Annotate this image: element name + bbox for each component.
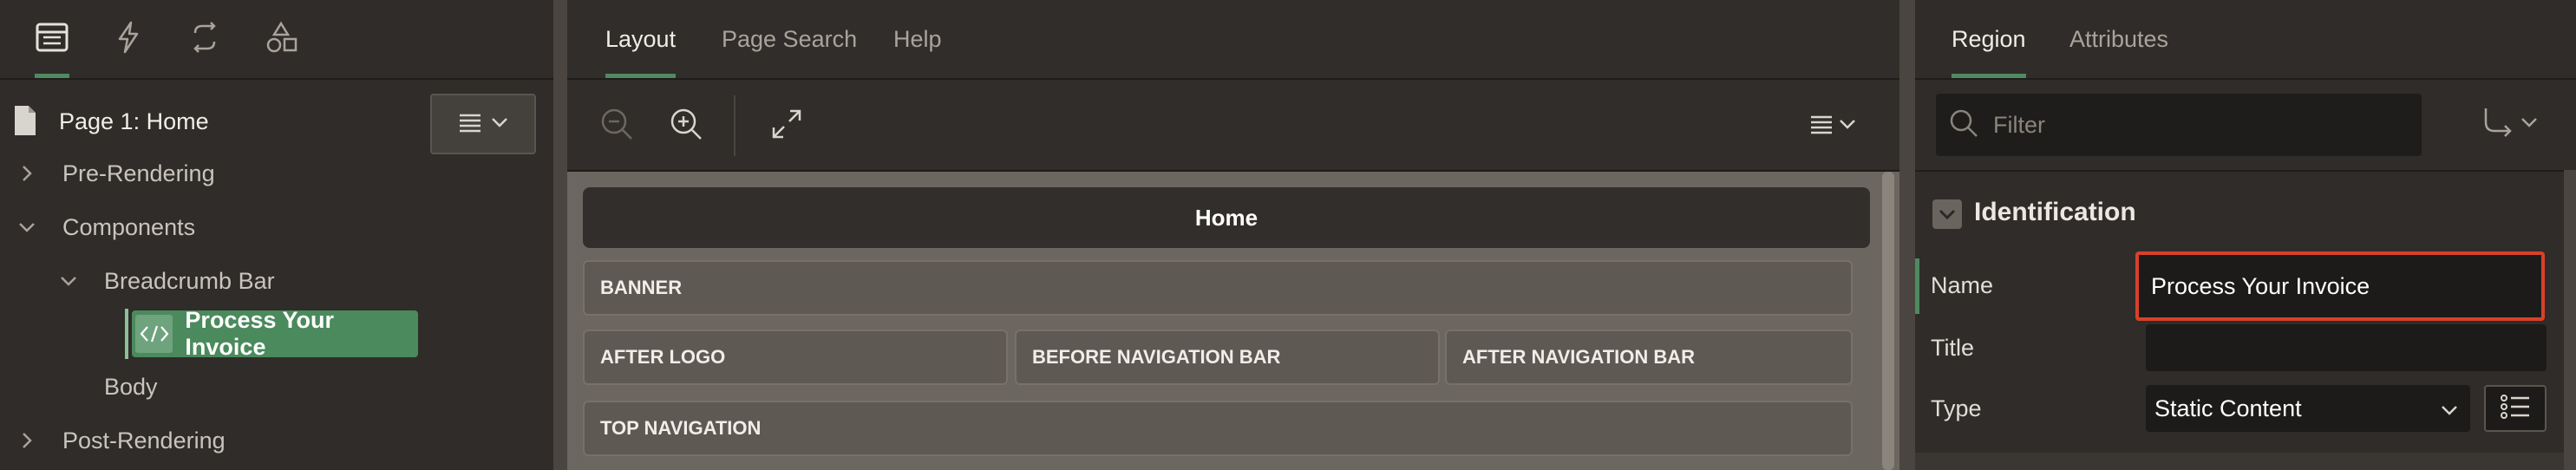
arrow-turn-icon xyxy=(2481,107,2515,142)
selection-indicator xyxy=(125,309,128,359)
page-title: Page 1: Home xyxy=(59,108,209,134)
tree-node-components[interactable]: Components xyxy=(0,201,553,253)
tab-region[interactable]: Region xyxy=(1952,0,2026,78)
type-list-button[interactable] xyxy=(2484,385,2547,432)
chevron-down-icon xyxy=(491,116,508,133)
tree-node-process-your-invoice[interactable]: Process Your Invoice xyxy=(132,307,418,360)
tree-label: Pre-Rendering xyxy=(62,160,215,186)
code-icon xyxy=(135,315,173,353)
search-icon xyxy=(1948,108,1979,143)
chevron-right-icon[interactable] xyxy=(14,160,40,186)
zoom-out-button[interactable] xyxy=(595,104,638,147)
chevron-down-icon xyxy=(1939,209,1956,220)
tab-page-search[interactable]: Page Search xyxy=(722,0,857,78)
right-tab-bar: Region Attributes xyxy=(1915,0,2576,80)
tab-attributes[interactable]: Attributes xyxy=(2069,0,2168,78)
hamburger-icon xyxy=(1809,114,1834,139)
chevron-down-icon xyxy=(2441,395,2458,422)
toolbar-divider xyxy=(734,95,736,156)
right-splitter[interactable] xyxy=(1899,0,1915,470)
tree-node-breadcrumb-bar[interactable]: Breadcrumb Bar xyxy=(0,255,553,307)
banner-slot[interactable]: BANNER xyxy=(583,260,1853,316)
divider xyxy=(1915,170,2576,172)
type-label: Type xyxy=(1931,395,1982,421)
page-icon xyxy=(12,104,38,143)
chevron-down-icon xyxy=(2520,116,2538,133)
expand-button[interactable] xyxy=(765,104,808,147)
chevron-down-icon xyxy=(1839,118,1856,134)
current-property-indicator xyxy=(1915,258,1919,314)
collapse-button[interactable] xyxy=(1932,199,1962,229)
dynamic-actions-tab[interactable] xyxy=(94,0,163,78)
rendering-tab[interactable] xyxy=(17,0,87,78)
property-scrollbar[interactable] xyxy=(2564,170,2576,470)
go-to-group-button[interactable] xyxy=(2470,102,2548,146)
chevron-down-icon[interactable] xyxy=(14,214,40,240)
zoom-in-button[interactable] xyxy=(664,104,708,147)
tree-menu-button[interactable] xyxy=(430,94,536,154)
tree-label: Process Your Invoice xyxy=(185,307,335,360)
shared-components-tab[interactable] xyxy=(246,0,316,78)
filter-input[interactable] xyxy=(1991,110,2394,140)
next-section-edge xyxy=(1915,453,2564,470)
expand-icon xyxy=(771,108,802,144)
tree-node-post-rendering[interactable]: Post-Rendering xyxy=(0,415,553,467)
after-navigation-bar-slot[interactable]: AFTER NAVIGATION BAR xyxy=(1445,330,1853,385)
shapes-icon xyxy=(265,21,297,58)
tree-label: Components xyxy=(62,213,196,240)
tree-label: Body xyxy=(104,373,158,400)
left-splitter[interactable] xyxy=(553,0,567,470)
page-home-bar[interactable]: Home xyxy=(583,187,1870,248)
tab-layout[interactable]: Layout xyxy=(605,0,677,78)
rendering-tree-icon xyxy=(35,22,69,57)
before-navigation-bar-slot[interactable]: BEFORE NAVIGATION BAR xyxy=(1015,330,1440,385)
left-tab-bar xyxy=(0,0,553,80)
filter-box xyxy=(1936,94,2422,156)
type-select-value: Static Content xyxy=(2154,395,2302,421)
layout-menu-button[interactable] xyxy=(1802,104,1863,147)
layout-canvas: Home BANNER AFTER LOGO BEFORE NAVIGATION… xyxy=(567,172,1899,470)
tab-help[interactable]: Help xyxy=(893,0,942,78)
type-select[interactable]: Static Content xyxy=(2146,385,2470,432)
title-label: Title xyxy=(1931,335,1975,361)
layout-scrollbar[interactable] xyxy=(1882,172,1894,470)
tree-node-pre-rendering[interactable]: Pre-Rendering xyxy=(0,147,553,199)
property-editor-panel: Region Attributes Identification Name Pr… xyxy=(1915,0,2576,470)
zoom-out-icon xyxy=(599,107,634,146)
layout-toolbar xyxy=(567,80,1899,172)
tree-node-body[interactable]: Body xyxy=(0,361,553,413)
refresh-icon xyxy=(188,21,221,58)
layout-panel: Layout Page Search Help Home BANNER AFTE… xyxy=(567,0,1899,470)
name-label: Name xyxy=(1931,272,1994,298)
list-icon xyxy=(2500,394,2531,424)
title-field[interactable] xyxy=(2146,324,2547,371)
tree-label: Post-Rendering xyxy=(62,427,226,454)
name-field[interactable]: Process Your Invoice xyxy=(2135,251,2545,321)
top-navigation-slot[interactable]: TOP NAVIGATION xyxy=(583,401,1853,456)
zoom-in-icon xyxy=(669,107,703,146)
identification-section-header[interactable]: Identification xyxy=(1915,182,2576,243)
chevron-right-icon[interactable] xyxy=(14,428,40,454)
chevron-down-icon[interactable] xyxy=(56,268,82,294)
section-title: Identification xyxy=(1974,198,2136,226)
lightning-icon xyxy=(115,21,141,58)
rendering-panel: Page 1: Home Pre-Rendering Components Br… xyxy=(0,0,553,470)
processing-tab[interactable] xyxy=(170,0,239,78)
tree-label: Breadcrumb Bar xyxy=(104,267,275,294)
after-logo-slot[interactable]: AFTER LOGO xyxy=(583,330,1008,385)
hamburger-icon xyxy=(458,112,482,137)
center-tab-bar: Layout Page Search Help xyxy=(567,0,1899,80)
